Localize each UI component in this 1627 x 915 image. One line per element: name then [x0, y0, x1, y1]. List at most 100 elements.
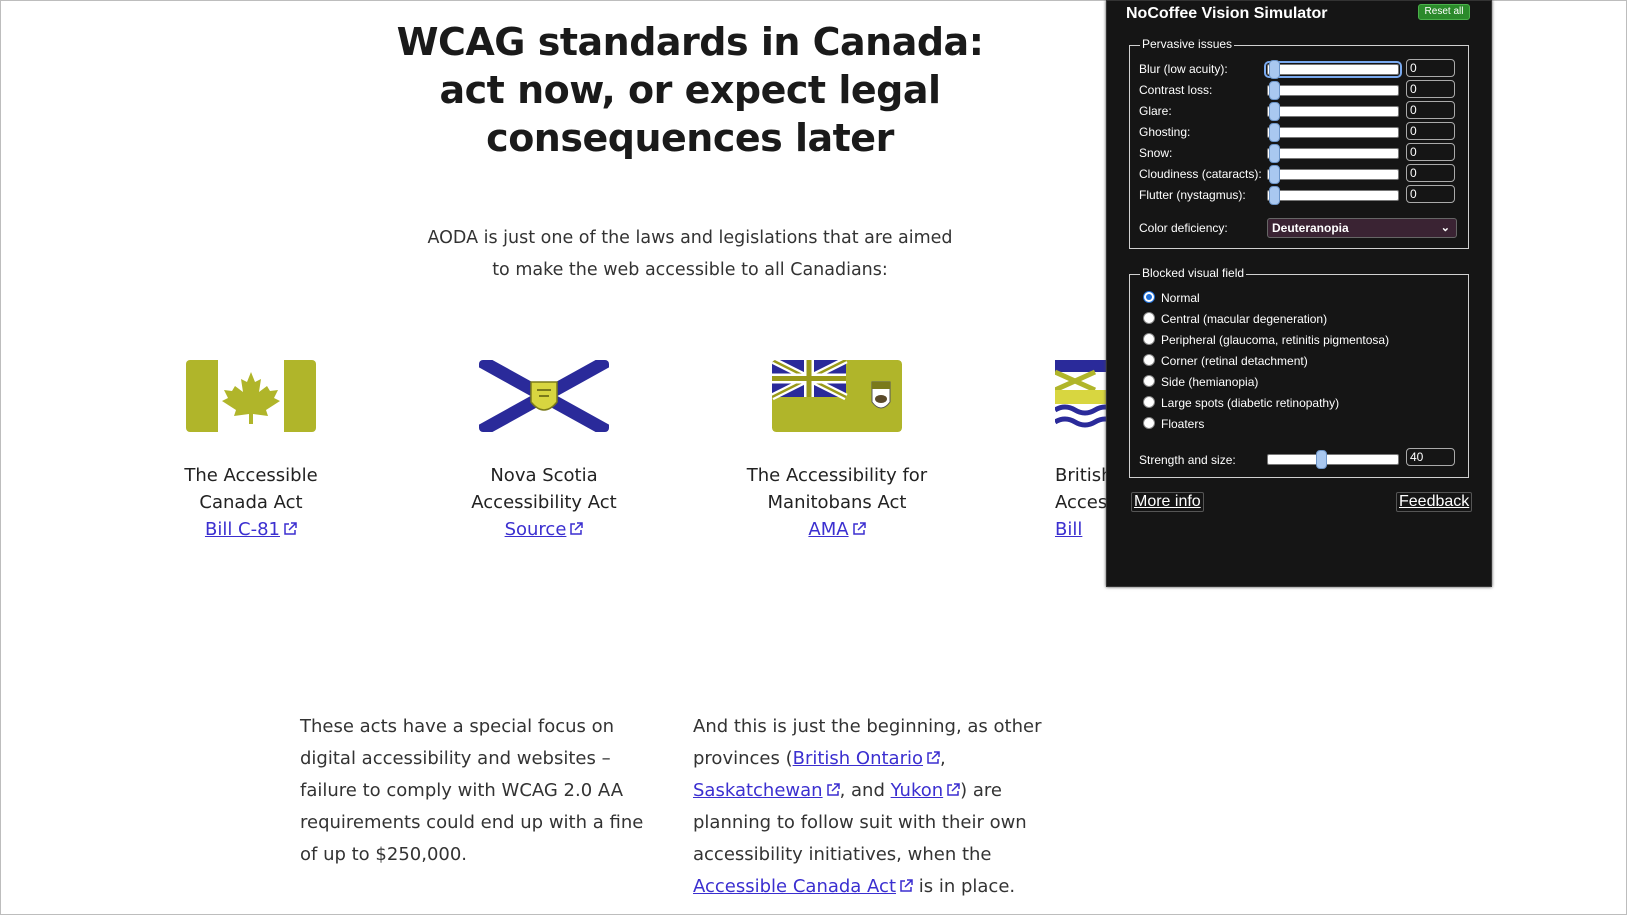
title-line: WCAG standards in Canada: [396, 20, 984, 64]
law-card-canada: The Accessible Canada Act Bill C-81 [121, 360, 381, 543]
slider-thumb[interactable] [1269, 102, 1280, 121]
manitoba-flag-icon [772, 360, 902, 432]
british-ontario-link[interactable]: British Ontario [793, 748, 923, 769]
para-text: , [940, 748, 946, 769]
slider-thumb[interactable] [1269, 81, 1280, 100]
radio-icon[interactable] [1143, 291, 1155, 303]
pervasive-slider[interactable] [1264, 60, 1402, 79]
radio-icon[interactable] [1143, 375, 1155, 387]
color-deficiency-select[interactable]: Deuteranopia ⌄ [1267, 218, 1457, 238]
canada-flag-icon [186, 360, 316, 432]
radio-icon[interactable] [1143, 396, 1155, 408]
para-text: ) are [960, 780, 1003, 801]
more-info-link[interactable]: More info [1131, 492, 1204, 512]
blocked-legend: Blocked visual field [1140, 266, 1247, 280]
radio-label: Normal [1161, 291, 1200, 305]
external-link-icon [900, 879, 913, 892]
source-link[interactable]: Source [505, 519, 584, 540]
provinces-paragraph: And this is just the beginning, as other… [693, 711, 1073, 903]
feedback-link[interactable]: Feedback [1396, 492, 1473, 512]
external-link-icon [570, 522, 584, 535]
para-line: requirements could end up with a fine [300, 812, 644, 833]
slider-thumb[interactable] [1269, 123, 1280, 142]
blocked-field-option[interactable]: Peripheral (glaucoma, retinitis pigmento… [1143, 333, 1389, 347]
external-link-icon [284, 522, 297, 535]
page-title: WCAG standards in Canada: act now, or ex… [340, 18, 1040, 162]
slider-thumb[interactable] [1316, 450, 1327, 469]
nova-scotia-flag-icon [479, 360, 609, 432]
para-line: And this is just the beginning, as other [693, 716, 1042, 737]
bill-c81-link[interactable]: Bill C-81 [205, 519, 297, 540]
strength-slider[interactable] [1267, 450, 1399, 469]
ama-link[interactable]: AMA [808, 519, 866, 540]
radio-icon[interactable] [1143, 333, 1155, 345]
select-value: Deuteranopia [1272, 221, 1349, 235]
para-line: digital accessibility and websites – [300, 748, 611, 769]
link-label: Bill C-81 [204, 519, 281, 540]
para-line: accessibility initiatives, when the [693, 844, 992, 865]
saskatchewan-link[interactable]: Saskatchewan [693, 780, 823, 801]
para-line: planning to follow suit with their own [693, 812, 1027, 833]
radio-icon[interactable] [1143, 312, 1155, 324]
color-deficiency-label: Color deficiency: [1139, 221, 1228, 235]
blocked-field-option[interactable]: Side (hemianopia) [1143, 375, 1258, 389]
para-text: provinces ( [693, 748, 793, 769]
card-title-line: The Accessibility for [746, 465, 928, 486]
law-card-manitoba: The Accessibility for Manitobans Act AMA [707, 360, 967, 543]
title-line: consequences later [486, 116, 894, 160]
slider-thumb[interactable] [1269, 165, 1280, 184]
slider-thumb[interactable] [1269, 186, 1280, 205]
slider-thumb[interactable] [1269, 60, 1280, 79]
pervasive-label: Glare: [1139, 104, 1172, 118]
strength-value-input[interactable]: 40 [1406, 448, 1455, 466]
pervasive-value-input[interactable]: 0 [1406, 59, 1455, 77]
card-title-line: Manitobans Act [767, 492, 907, 513]
blocked-field-option[interactable]: Central (macular degeneration) [1143, 312, 1327, 326]
intro-line: to make the web accessible to all Canadi… [492, 260, 888, 280]
pervasive-label: Snow: [1139, 146, 1173, 160]
para-line: These acts have a special focus on [300, 716, 615, 737]
radio-icon[interactable] [1143, 354, 1155, 366]
pervasive-slider[interactable] [1267, 165, 1399, 184]
bill-link[interactable]: Bill [1055, 519, 1082, 540]
radio-label: Side (hemianopia) [1161, 375, 1259, 389]
title-line: act now, or expect legal [439, 68, 941, 112]
radio-label: Peripheral (glaucoma, retinitis pigmento… [1161, 333, 1390, 347]
para-line: Accessible Canada Act is in place. [693, 871, 1073, 903]
blocked-field-option[interactable]: Normal [1143, 291, 1200, 305]
pervasive-slider[interactable] [1267, 144, 1399, 163]
pervasive-label: Flutter (nystagmus): [1139, 188, 1246, 202]
pervasive-value-input[interactable]: 0 [1406, 164, 1455, 182]
pervasive-slider[interactable] [1267, 123, 1399, 142]
intro-line: AODA is just one of the laws and legisla… [427, 228, 953, 248]
intro-text: AODA is just one of the laws and legisla… [400, 222, 980, 286]
law-card-nova-scotia: Nova Scotia Accessibility Act Source [414, 360, 674, 543]
pervasive-slider[interactable] [1267, 81, 1399, 100]
radio-icon[interactable] [1143, 417, 1155, 429]
pervasive-value-input[interactable]: 0 [1406, 80, 1455, 98]
strength-label: Strength and size: [1139, 453, 1236, 467]
card-title-line: Accessibility Act [471, 492, 617, 513]
radio-label: Floaters [1161, 417, 1205, 431]
yukon-link[interactable]: Yukon [891, 780, 944, 801]
pervasive-value-input[interactable]: 0 [1406, 185, 1455, 203]
pervasive-label: Ghosting: [1139, 125, 1191, 139]
para-line: provinces (British Ontario, [693, 743, 1073, 775]
accessible-canada-act-link[interactable]: Accessible Canada Act [693, 876, 896, 897]
pervasive-value-input[interactable]: 0 [1406, 122, 1455, 140]
pervasive-slider[interactable] [1267, 102, 1399, 121]
blocked-field-option[interactable]: Large spots (diabetic retinopathy) [1143, 396, 1339, 410]
para-text: , and [839, 780, 891, 801]
blocked-field-option[interactable]: Corner (retinal detachment) [1143, 354, 1308, 368]
pervasive-value-input[interactable]: 0 [1406, 143, 1455, 161]
card-title: Nova Scotia Accessibility Act [414, 462, 674, 516]
blocked-field-option[interactable]: Floaters [1143, 417, 1204, 431]
pervasive-slider[interactable] [1267, 186, 1399, 205]
reset-all-button[interactable]: Reset all [1418, 4, 1470, 20]
link-label: Source [504, 519, 567, 540]
radio-label: Large spots (diabetic retinopathy) [1161, 396, 1340, 410]
pervasive-value-input[interactable]: 0 [1406, 101, 1455, 119]
slider-thumb[interactable] [1269, 144, 1280, 163]
law-card-british-columbia: British Acces Bill [1000, 360, 1115, 543]
card-title-line: The Accessible [184, 465, 318, 486]
